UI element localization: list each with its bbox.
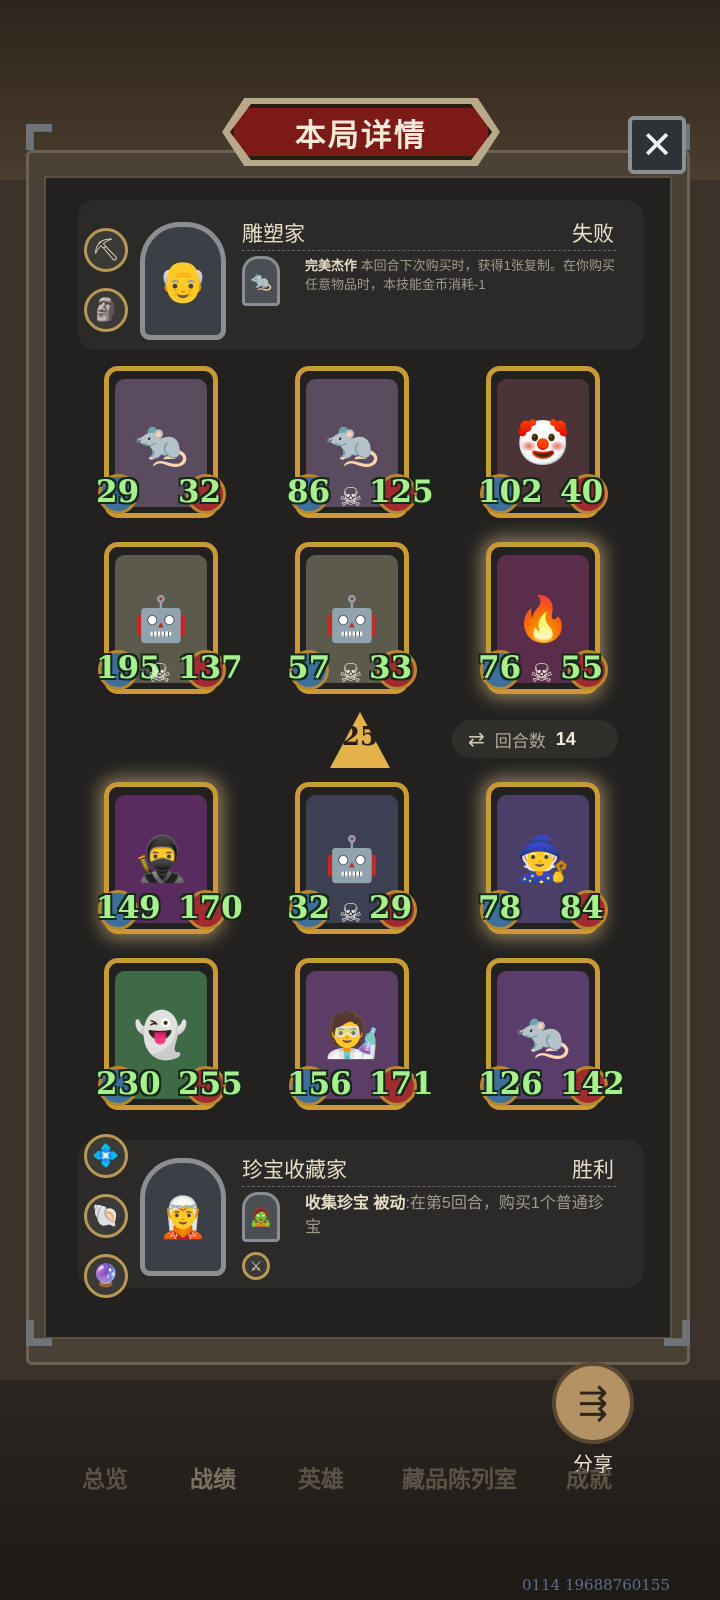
divider [242, 250, 616, 251]
opponent-skill: 完美杰作 本回合下次购买时，获得1张复制。在你购买任意物品时，本技能金币消耗-1 [305, 256, 615, 294]
health-value: 125 [369, 474, 434, 510]
attack-value: 102 [478, 474, 543, 510]
attack-value: 149 [96, 890, 161, 926]
round-label: 回合数 [494, 731, 546, 751]
attack-value: 32 [287, 890, 331, 926]
attack-value: 57 [287, 650, 331, 686]
skull-icon: ☠ [339, 898, 363, 928]
attack-value: 126 [478, 1066, 543, 1102]
level-value: 25 [341, 722, 379, 752]
health-value: 40 [560, 474, 604, 510]
health-value: 137 [178, 650, 243, 686]
skull-icon: ☠ [339, 658, 363, 688]
opponent-name: 雕塑家 [242, 223, 305, 246]
health-value: 33 [369, 650, 413, 686]
shell-icon[interactable]: 🐚 [84, 1194, 128, 1238]
health-value: 84 [560, 890, 604, 926]
sword-badge-icon: ⚔ [242, 1252, 270, 1280]
skull-icon: ☠ [339, 482, 363, 512]
skill-name: 收集珍宝 [305, 1195, 370, 1212]
divider [242, 1186, 616, 1187]
statue-icon[interactable]: 🗿 [84, 288, 128, 332]
close-icon: ✕ [641, 124, 673, 167]
nav-tab-2[interactable]: 英雄 [298, 1460, 344, 1494]
player-skill: 收集珍宝 被动:在第5回合，购买1个普通珍宝 [305, 1192, 615, 1240]
nav-tab-4[interactable]: 成就 [566, 1460, 612, 1494]
skull-icon: ☠ [530, 658, 554, 688]
share-button[interactable]: ⇶ [552, 1362, 634, 1444]
player-result: 胜利 [572, 1159, 614, 1182]
attack-value: 29 [96, 474, 140, 510]
attack-value: 156 [287, 1066, 352, 1102]
title-banner: 本局详情 [230, 104, 492, 160]
round-value: 14 [555, 728, 576, 749]
health-value: 171 [369, 1066, 434, 1102]
attack-value: 230 [96, 1066, 161, 1102]
refresh-icon: ⇄ [468, 728, 485, 751]
close-button[interactable]: ✕ [628, 116, 686, 174]
health-value: 142 [560, 1066, 625, 1102]
skull-icon: ☠ [148, 658, 172, 688]
health-value: 55 [560, 650, 604, 686]
skill-name: 完美杰作 [305, 258, 358, 273]
health-value: 170 [178, 890, 243, 926]
dialog-title: 本局详情 [295, 117, 427, 153]
user-id: 0114 19688760155 [522, 1576, 670, 1594]
round-counter: ⇄ 回合数 14 [452, 720, 618, 758]
player-skill-icon[interactable]: 🧟 [242, 1192, 280, 1242]
player-hero-portrait[interactable]: 🧝 [140, 1158, 226, 1276]
skill-type: 被动 [373, 1195, 406, 1212]
opponent-hero-portrait[interactable]: 👴 [140, 222, 226, 340]
crystal-icon[interactable]: 🔮 [84, 1254, 128, 1298]
health-value: 29 [369, 890, 413, 926]
attack-value: 78 [478, 890, 522, 926]
attack-value: 76 [478, 650, 522, 686]
nav-tab-3[interactable]: 藏品陈列室 [402, 1460, 517, 1494]
nav-tab-0[interactable]: 总览 [82, 1460, 128, 1494]
opponent-result: 失败 [572, 223, 614, 246]
health-value: 255 [178, 1066, 243, 1102]
player-name: 珍宝收藏家 [242, 1159, 347, 1182]
opponent-skill-icon[interactable]: 🐀 [242, 256, 280, 306]
treasure-icon[interactable]: 💠 [84, 1134, 128, 1178]
pickaxe-icon[interactable]: ⛏ [84, 228, 128, 272]
attack-value: 86 [287, 474, 331, 510]
share-icon: ⇶ [577, 1382, 609, 1423]
nav-tab-1[interactable]: 战绩 [190, 1460, 236, 1494]
health-value: 32 [178, 474, 222, 510]
